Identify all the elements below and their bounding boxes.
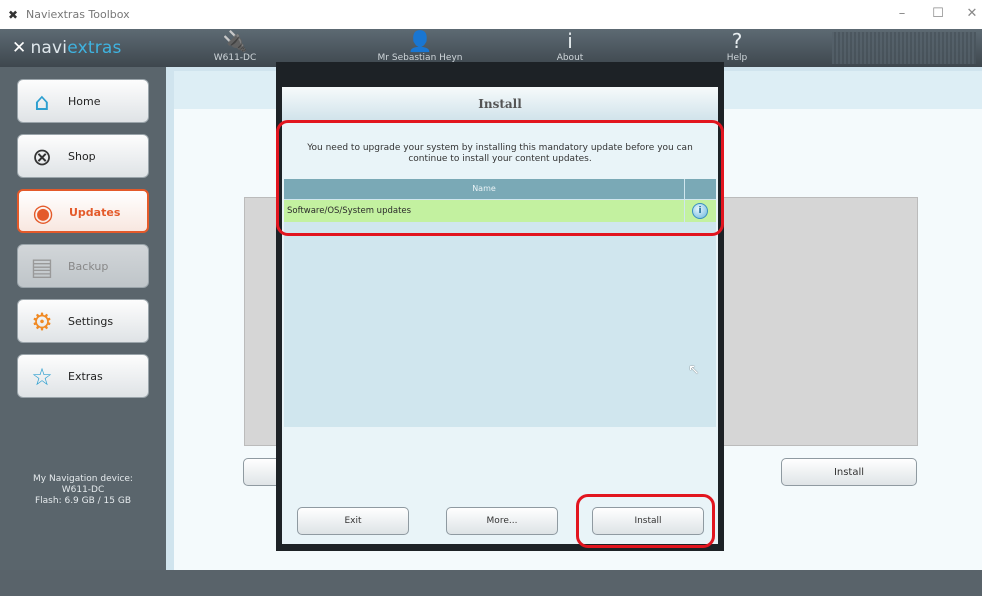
logo-x-icon: ✕ bbox=[12, 38, 27, 58]
plug-icon: 🔌 bbox=[222, 29, 248, 53]
backup-icon: ▤ bbox=[30, 253, 54, 281]
device-info: My Navigation device: W611-DC Flash: 6.9… bbox=[33, 474, 133, 506]
dialog-title: Install bbox=[282, 87, 718, 122]
user-icon: 👤 bbox=[407, 29, 433, 53]
maximize-button[interactable]: ☐ bbox=[928, 6, 948, 21]
house-icon: ⌂ bbox=[34, 88, 50, 116]
header-device[interactable]: 🔌 W611-DC bbox=[200, 29, 270, 67]
exit-button[interactable]: Exit bbox=[297, 507, 409, 535]
sidebar-item-settings[interactable]: ⚙ Settings bbox=[17, 299, 149, 343]
app-logo-icon: ✖ bbox=[8, 8, 19, 22]
highlight-install-button bbox=[576, 494, 715, 548]
highlight-message-box bbox=[276, 120, 724, 236]
globe-icon: ◉ bbox=[32, 199, 54, 227]
cart-icon: ⊗ bbox=[31, 143, 53, 171]
header-pattern bbox=[832, 32, 976, 64]
info-icon: i bbox=[567, 29, 573, 53]
mouse-cursor-icon: ↖ bbox=[688, 362, 700, 378]
gear-icon: ⚙ bbox=[31, 308, 53, 336]
sidebar-item-backup: ▤ Backup bbox=[17, 244, 149, 288]
sidebar-item-home[interactable]: ⌂ Home bbox=[17, 79, 149, 123]
window-titlebar: ✖ Naviextras Toolbox – ☐ ✕ bbox=[0, 0, 982, 29]
background-install-button[interactable]: Install bbox=[781, 458, 917, 486]
star-icon: ☆ bbox=[31, 363, 53, 391]
window-title: Naviextras Toolbox bbox=[26, 8, 130, 21]
sidebar-item-shop[interactable]: ⊗ Shop bbox=[17, 134, 149, 178]
bottom-bar bbox=[0, 570, 982, 596]
sidebar-item-updates[interactable]: ◉ Updates bbox=[17, 189, 149, 233]
naviextras-logo: ✕ naviextras bbox=[12, 38, 122, 58]
more-button[interactable]: More... bbox=[446, 507, 558, 535]
question-icon: ? bbox=[731, 29, 743, 53]
minimize-button[interactable]: – bbox=[892, 6, 912, 21]
close-button[interactable]: ✕ bbox=[962, 6, 982, 21]
sidebar-item-extras[interactable]: ☆ Extras bbox=[17, 354, 149, 398]
